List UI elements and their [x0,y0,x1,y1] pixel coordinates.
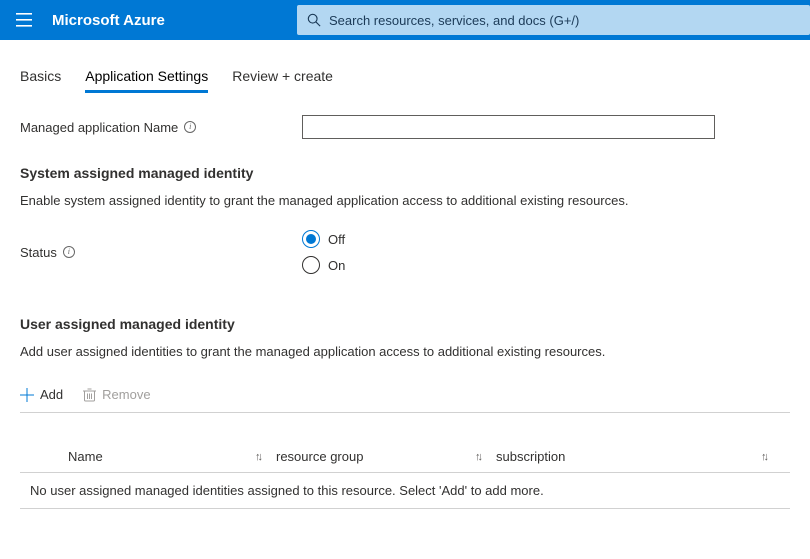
plus-icon [20,388,34,402]
managed-app-name-label-wrap: Managed application Name i [20,120,302,135]
table-header: Name ↑↓ resource group ↑↓ subscription ↑… [20,449,790,473]
radio-label-on: On [328,258,345,273]
th-label: Name [68,449,103,464]
system-identity-title: System assigned managed identity [20,165,790,181]
managed-app-name-input[interactable] [302,115,715,139]
status-row: Status i Off On [20,230,790,274]
tab-review-create[interactable]: Review + create [232,68,333,93]
info-icon[interactable]: i [184,121,196,133]
user-identity-desc: Add user assigned identities to grant th… [20,344,790,359]
status-radio-on[interactable]: On [302,256,345,274]
table-header-subscription[interactable]: subscription ↑↓ [496,449,782,464]
top-bar: Microsoft Azure [0,0,810,40]
table-header-checkbox [28,449,68,464]
identities-table: Name ↑↓ resource group ↑↓ subscription ↑… [20,449,790,509]
tab-application-settings[interactable]: Application Settings [85,68,208,93]
radio-label-off: Off [328,232,345,247]
table-header-resource-group[interactable]: resource group ↑↓ [276,449,496,464]
managed-app-name-label: Managed application Name [20,120,178,135]
tab-basics[interactable]: Basics [20,68,61,93]
th-label: resource group [276,449,363,464]
system-identity-desc: Enable system assigned identity to grant… [20,193,790,208]
status-label: Status [20,245,57,260]
status-radio-group: Off On [302,230,345,274]
identity-toolbar: Add Remove [20,387,790,413]
tab-bar: Basics Application Settings Review + cre… [20,68,790,93]
hamburger-menu-button[interactable] [0,13,48,27]
status-radio-off[interactable]: Off [302,230,345,248]
add-label: Add [40,387,63,402]
info-icon[interactable]: i [63,246,75,258]
global-search[interactable] [297,5,810,35]
sort-icon[interactable]: ↑↓ [255,451,260,463]
trash-icon [83,388,96,402]
sort-icon[interactable]: ↑↓ [475,451,480,463]
content-area: Basics Application Settings Review + cre… [0,68,810,509]
hamburger-icon [16,13,32,27]
managed-app-name-row: Managed application Name i [20,115,790,139]
brand-title: Microsoft Azure [52,12,165,29]
radio-icon [302,230,320,248]
radio-icon [302,256,320,274]
user-identity-title: User assigned managed identity [20,316,790,332]
add-button[interactable]: Add [20,387,63,402]
th-label: subscription [496,449,565,464]
search-input[interactable] [329,13,800,28]
sort-icon[interactable]: ↑↓ [761,451,766,463]
search-icon [307,13,321,27]
table-header-name[interactable]: Name ↑↓ [68,449,276,464]
remove-button: Remove [83,387,150,402]
remove-label: Remove [102,387,150,402]
table-empty-message: No user assigned managed identities assi… [20,473,790,509]
status-label-wrap: Status i [20,245,302,260]
